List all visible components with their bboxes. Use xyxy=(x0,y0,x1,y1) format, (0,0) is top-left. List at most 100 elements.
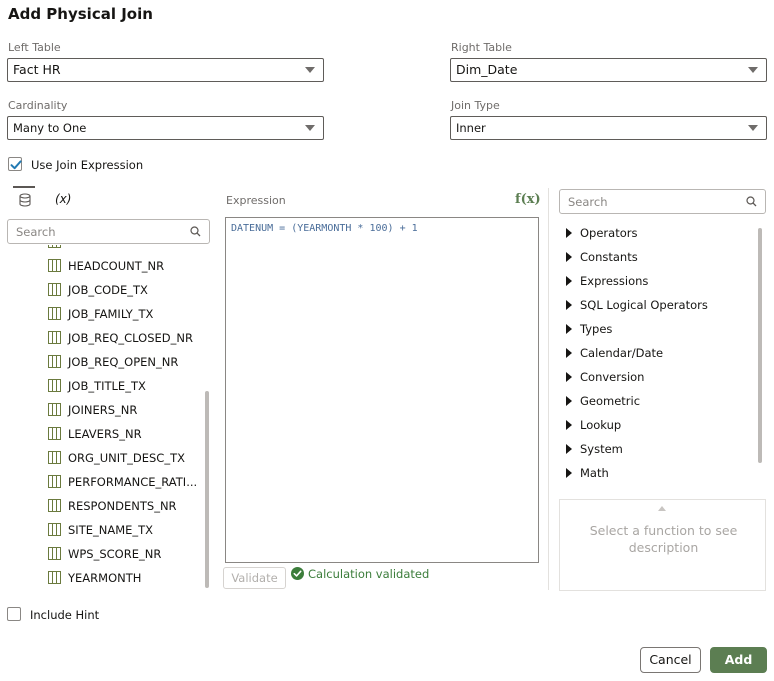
cardinality-label: Cardinality xyxy=(8,99,68,112)
expand-triangle-icon[interactable] xyxy=(566,324,572,334)
column-icon xyxy=(48,499,61,512)
column-icon xyxy=(48,283,61,296)
use-join-expression-checkbox[interactable] xyxy=(8,157,22,171)
expression-label: Expression xyxy=(226,194,286,207)
column-name: LEAVERS_NR xyxy=(68,427,142,441)
dialog-title: Add Physical Join xyxy=(8,5,153,23)
fx-label: f(x) xyxy=(515,192,541,207)
checkmark-icon xyxy=(10,160,22,170)
expand-triangle-icon[interactable] xyxy=(566,276,572,286)
right-table-label: Right Table xyxy=(451,41,512,54)
chevron-down-icon xyxy=(748,67,758,73)
expand-triangle-icon[interactable] xyxy=(566,348,572,358)
join-type-label: Join Type xyxy=(451,99,500,112)
function-category-item[interactable]: Lookup xyxy=(559,415,749,437)
cardinality-select[interactable]: Many to One xyxy=(7,116,324,140)
list-item-partial xyxy=(7,245,202,255)
validate-button[interactable]: Validate xyxy=(223,567,286,589)
column-icon xyxy=(48,547,61,560)
left-table-value: Fact HR xyxy=(13,62,61,77)
function-category-item[interactable]: Operators xyxy=(559,223,749,245)
function-category-item[interactable]: System xyxy=(559,439,749,461)
list-item[interactable]: HEADCOUNT_NR xyxy=(7,255,202,279)
column-name: RESPONDENTS_NR xyxy=(68,499,177,513)
column-icon xyxy=(48,307,61,320)
column-list-scrollbar[interactable] xyxy=(205,391,209,588)
expand-triangle-icon[interactable] xyxy=(566,252,572,262)
list-item[interactable]: JOB_FAMILY_TX xyxy=(7,303,202,327)
expression-editor[interactable]: DATENUM = (YEARMONTH * 100) + 1 xyxy=(225,217,539,563)
expand-triangle-icon[interactable] xyxy=(566,372,572,382)
expand-triangle-icon[interactable] xyxy=(566,228,572,238)
function-description-panel: Select a function to see description xyxy=(559,499,766,591)
function-category-label: Calendar/Date xyxy=(580,346,664,360)
tab-columns[interactable] xyxy=(13,186,35,207)
list-item[interactable]: JOB_TITLE_TX xyxy=(7,375,202,399)
tab-variables[interactable]: (x) xyxy=(55,192,71,206)
list-item[interactable]: ORG_UNIT_DESC_TX xyxy=(7,447,202,471)
search-icon xyxy=(746,196,757,207)
cancel-button[interactable]: Cancel xyxy=(640,647,701,673)
column-name: JOB_REQ_CLOSED_NR xyxy=(68,331,193,345)
add-button[interactable]: Add xyxy=(710,647,767,673)
use-join-expression-label: Use Join Expression xyxy=(31,158,144,172)
function-search-input[interactable]: Search xyxy=(559,189,766,214)
list-item[interactable]: YEARMONTH xyxy=(7,567,202,590)
function-icon[interactable]: f(x) xyxy=(515,192,541,207)
function-category-item[interactable]: Math xyxy=(559,463,749,485)
column-list: HEADCOUNT_NR JOB_CODE_TX JOB_FAMILY_TX JOB_… xyxy=(7,245,205,590)
column-icon xyxy=(48,571,61,584)
column-search-input[interactable]: Search xyxy=(7,219,210,244)
right-table-select[interactable]: Dim_Date xyxy=(450,58,767,82)
column-icon xyxy=(48,259,61,272)
list-item[interactable]: JOB_REQ_CLOSED_NR xyxy=(7,327,202,351)
column-name: JOB_CODE_TX xyxy=(68,283,148,297)
left-table-select[interactable]: Fact HR xyxy=(7,58,324,82)
function-tree-scrollbar[interactable] xyxy=(758,228,762,463)
expand-triangle-icon[interactable] xyxy=(566,396,572,406)
search-icon xyxy=(190,226,201,237)
join-type-select[interactable]: Inner xyxy=(450,116,767,140)
column-name: SITE_NAME_TX xyxy=(68,523,154,537)
column-name: JOB_TITLE_TX xyxy=(68,379,146,393)
list-item[interactable]: JOB_CODE_TX xyxy=(7,279,202,303)
function-category-item[interactable]: SQL Logical Operators xyxy=(559,295,749,317)
chevron-down-icon xyxy=(305,125,315,131)
function-category-item[interactable]: Conversion xyxy=(559,367,749,389)
list-item[interactable]: SITE_NAME_TX xyxy=(7,519,202,543)
left-table-label: Left Table xyxy=(8,41,61,54)
column-name: ORG_UNIT_DESC_TX xyxy=(68,451,185,465)
chevron-up-icon[interactable] xyxy=(658,506,666,511)
function-category-item[interactable]: Constants xyxy=(559,247,749,269)
column-icon xyxy=(48,331,61,344)
list-item[interactable]: LEAVERS_NR xyxy=(7,423,202,447)
expand-triangle-icon[interactable] xyxy=(566,444,572,454)
expand-triangle-icon[interactable] xyxy=(566,300,572,310)
list-item[interactable]: WPS_SCORE_NR xyxy=(7,543,202,567)
list-item[interactable]: PERFORMANCE_RATI... xyxy=(7,471,202,495)
function-category-label: Lookup xyxy=(580,418,622,432)
tab-active-indicator xyxy=(13,186,35,188)
function-category-item[interactable]: Geometric xyxy=(559,391,749,413)
include-hint-label: Include Hint xyxy=(30,608,100,622)
include-hint-checkbox[interactable] xyxy=(7,607,21,621)
list-item[interactable]: RESPONDENTS_NR xyxy=(7,495,202,519)
list-item[interactable]: JOB_REQ_OPEN_NR xyxy=(7,351,202,375)
column-icon xyxy=(48,245,61,248)
function-category-label: Operators xyxy=(580,226,638,240)
function-category-item[interactable]: Calendar/Date xyxy=(559,343,749,365)
expand-triangle-icon[interactable] xyxy=(566,468,572,478)
panel-divider xyxy=(548,188,549,590)
function-category-label: Geometric xyxy=(580,394,641,408)
column-name: JOINERS_NR xyxy=(68,403,138,417)
function-category-label: Types xyxy=(580,322,613,336)
column-name: JOB_REQ_OPEN_NR xyxy=(68,355,179,369)
check-circle-icon xyxy=(291,567,304,580)
function-category-item[interactable]: Types xyxy=(559,319,749,341)
column-icon xyxy=(48,451,61,464)
list-item[interactable]: JOINERS_NR xyxy=(7,399,202,423)
column-icon xyxy=(48,523,61,536)
function-category-item[interactable]: Expressions xyxy=(559,271,749,293)
expand-triangle-icon[interactable] xyxy=(566,420,572,430)
chevron-down-icon xyxy=(305,67,315,73)
